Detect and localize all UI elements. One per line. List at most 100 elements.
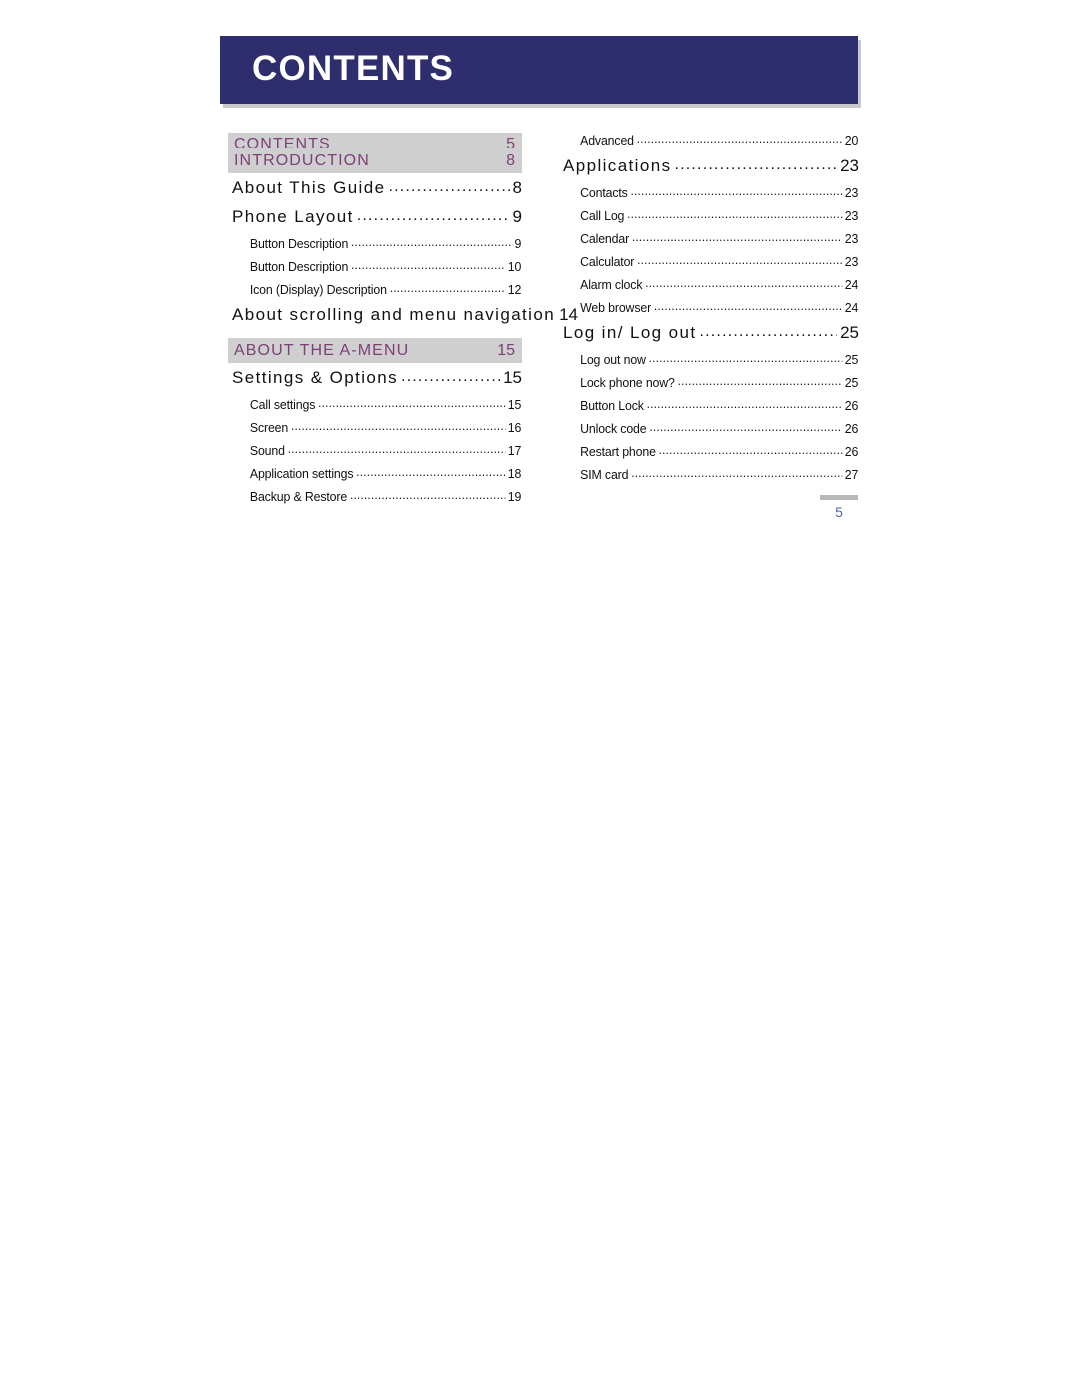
section-band-introduction[interactable]: INTRODUCTION 8 [228, 148, 522, 173]
toc-entry[interactable]: Applications ...........................… [563, 156, 859, 185]
toc-leader-dots: ........................................… [389, 281, 505, 295]
toc-entry-page: 25 [844, 375, 859, 390]
section-band-page: 8 [506, 151, 515, 169]
toc-leader-dots: ........................................… [631, 466, 842, 480]
toc-entry[interactable]: Web browser ............................… [563, 299, 858, 323]
section-band-page: 15 [497, 341, 515, 359]
toc-entry[interactable]: About scrolling and menu navigation 14 [228, 305, 578, 334]
toc-entry-label: Sound [249, 443, 285, 458]
toc-entry-page: 26 [844, 444, 859, 459]
toc-entry-page: 20 [844, 133, 859, 148]
toc-leader-dots: ........................................… [351, 258, 505, 272]
toc-leader-dots: ........................................… [290, 419, 505, 433]
toc-entry-page: 12 [507, 282, 522, 297]
toc-entry-label: Contacts [580, 185, 628, 200]
toc-leader-dots: ........................................… [699, 323, 837, 340]
toc-leader-dots: ........................................… [351, 235, 512, 249]
toc-entry[interactable]: Call Log ...............................… [563, 207, 859, 231]
toc-entry-label: Icon (Display) Description [249, 282, 387, 297]
section-band-page: 5 [506, 136, 515, 148]
footer-page-number: 5 [835, 504, 843, 520]
toc-entry-page: 25 [844, 352, 859, 367]
toc-entry[interactable]: Phone Layout ...........................… [228, 207, 522, 236]
toc-leader-dots: ........................................… [287, 442, 505, 456]
toc-entry-page: 23 [844, 185, 859, 200]
section-band-label: INTRODUCTION [234, 151, 370, 169]
toc-entry-page: 25 [840, 323, 859, 342]
toc-entry[interactable]: Application settings ...................… [228, 465, 522, 489]
toc-entry[interactable]: Calculator .............................… [563, 253, 858, 277]
toc-entry[interactable]: Screen .................................… [228, 419, 522, 443]
toc-entry[interactable]: Button Lock ............................… [563, 397, 859, 421]
toc-entry-label: Calculator [580, 254, 635, 269]
toc-leader-dots: ........................................… [653, 299, 842, 313]
toc-entry[interactable]: Button Description .....................… [228, 235, 522, 259]
toc-entry-label: Screen [249, 420, 289, 435]
toc-entry-page: 17 [507, 443, 522, 458]
page-title-banner: CONTENTS [220, 36, 861, 108]
toc-entry[interactable]: Log in/ Log out ........................… [563, 323, 859, 352]
toc-leader-dots: ........................................… [630, 184, 842, 198]
toc-entry[interactable]: Calendar ...............................… [563, 230, 859, 254]
section-band-label: ABOUT THE A-MENU [234, 341, 410, 359]
toc-entry-label: Button Description [249, 236, 349, 251]
toc-entry-page: 23 [840, 156, 859, 175]
toc-entry-label: Lock phone now? [580, 375, 675, 390]
toc-entry[interactable]: Lock phone now? ........................… [563, 374, 859, 398]
toc-entry[interactable]: Advanced ...............................… [563, 132, 859, 156]
toc-entry-label: Unlock code [580, 421, 647, 436]
toc-entry-page: 23 [844, 208, 859, 223]
toc-entry-label: Applications [563, 156, 672, 175]
toc-entry-page: 24 [844, 277, 859, 292]
toc-entry-label: Phone Layout [232, 207, 354, 226]
toc-entry-label: Button Description [249, 259, 349, 274]
toc-entry-page: 9 [514, 236, 522, 251]
toc-entry-label: Web browser [580, 300, 652, 315]
toc-leader-dots: ........................................… [627, 207, 842, 221]
toc-leader-dots: ........................................… [356, 207, 510, 224]
toc-entry-page: 26 [844, 398, 859, 413]
toc-entry[interactable]: Backup & Restore .......................… [228, 488, 522, 512]
toc-entry-page: 15 [503, 368, 522, 387]
toc-entry-page: 23 [844, 231, 859, 246]
toc-entry-page: 9 [512, 207, 522, 226]
toc-entry[interactable]: Alarm clock ............................… [563, 276, 859, 300]
toc-entry-page: 8 [512, 178, 522, 197]
toc-entry-label: Call settings [249, 397, 316, 412]
toc-entry[interactable]: About This Guide .......................… [228, 178, 522, 207]
toc-entry[interactable]: Log out now ............................… [563, 351, 859, 375]
toc-entry-label: Calendar [580, 231, 630, 246]
toc-entry-label: Log in/ Log out [563, 323, 697, 342]
toc-entry-label: Call Log [580, 208, 625, 223]
toc-entry-page: 27 [844, 467, 859, 482]
toc-leader-dots: ........................................… [388, 178, 509, 195]
toc-entry[interactable]: Restart phone ..........................… [563, 443, 859, 467]
toc-leader-dots: ........................................… [658, 443, 842, 457]
toc-entry-label: About scrolling and menu navigation [232, 305, 556, 324]
toc-leader-dots: ........................................… [349, 488, 505, 502]
toc-entry-page: 16 [507, 420, 522, 435]
toc-right-column: Advanced ...............................… [563, 132, 859, 490]
toc-entry[interactable]: Unlock code ............................… [563, 420, 858, 444]
toc-entry[interactable]: Icon (Display) Description .............… [228, 281, 522, 305]
toc-leader-dots: ........................................… [636, 132, 842, 146]
toc-entry[interactable]: Sound ..................................… [228, 442, 522, 466]
toc-entry[interactable]: SIM card ...............................… [563, 466, 859, 490]
section-band-contents[interactable]: CONTENTS 5 [228, 133, 522, 148]
toc-left-column: CONTENTS 5 INTRODUCTION 8 About This Gui… [228, 133, 578, 512]
section-band-about-the-a-menu[interactable]: ABOUT THE A-MENU 15 [228, 338, 522, 363]
toc-leader-dots: ........................................… [356, 465, 505, 479]
toc-leader-dots: ........................................… [674, 156, 837, 173]
toc-entry[interactable]: Contacts ...............................… [563, 184, 859, 208]
toc-entry-page: 15 [507, 397, 522, 412]
toc-leader-dots: ........................................… [645, 276, 842, 290]
toc-leader-dots: ........................................… [677, 374, 842, 388]
toc-leader-dots: ........................................… [648, 351, 842, 365]
toc-entry[interactable]: Settings & Options .....................… [228, 368, 522, 397]
toc-entry[interactable]: Button Description .....................… [228, 258, 522, 282]
toc-leader-dots: ........................................… [631, 230, 842, 244]
toc-entry[interactable]: Call settings ..........................… [228, 396, 522, 420]
toc-entry-label: Advanced [580, 133, 634, 148]
toc-leader-dots: ........................................… [649, 420, 842, 434]
toc-entry-label: Button Lock [580, 398, 644, 413]
